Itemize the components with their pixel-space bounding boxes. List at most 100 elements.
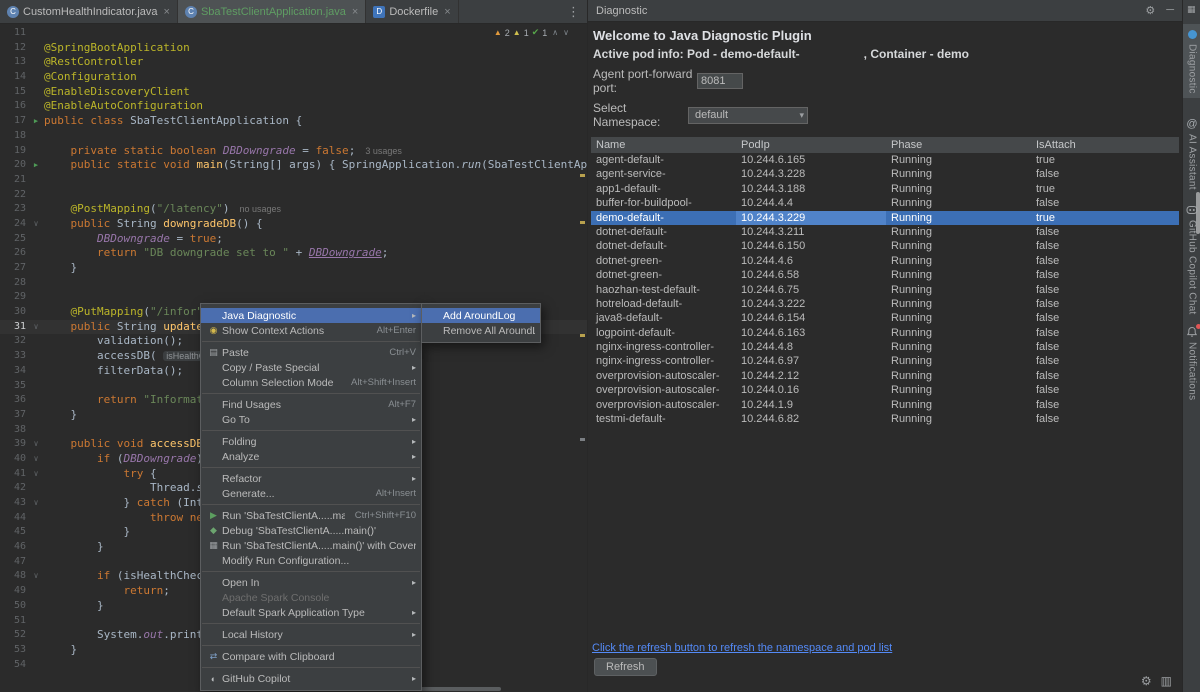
fold-icon[interactable]: ∨ bbox=[28, 452, 44, 467]
code-line[interactable]: 23 @PostMapping("/latency")no usages bbox=[0, 202, 587, 217]
pod-table-row[interactable]: haozhan-test-default-10.244.6.75Runningf… bbox=[591, 283, 1179, 297]
line-number[interactable]: 50 bbox=[0, 599, 28, 614]
context-menu-item[interactable]: Default Spark Application Type▸ bbox=[201, 605, 421, 620]
line-number[interactable]: 25 bbox=[0, 232, 28, 247]
code-line[interactable]: 21 bbox=[0, 173, 587, 188]
close-tab-icon[interactable]: × bbox=[444, 6, 450, 18]
line-number[interactable]: 45 bbox=[0, 525, 28, 540]
line-number[interactable]: 37 bbox=[0, 408, 28, 423]
line-number[interactable]: 47 bbox=[0, 555, 28, 570]
line-number[interactable]: 34 bbox=[0, 364, 28, 379]
fold-icon[interactable]: ∨ bbox=[28, 467, 44, 482]
error-stripe-mark[interactable] bbox=[580, 334, 585, 337]
settings-gear-icon[interactable]: ⚙ bbox=[1141, 674, 1152, 688]
context-menu-item[interactable]: Folding▸ bbox=[201, 434, 421, 449]
pod-table-row[interactable]: dotnet-green-10.244.6.58Runningfalse bbox=[591, 268, 1179, 282]
fold-icon[interactable]: ∨ bbox=[28, 217, 44, 232]
code-line[interactable]: 16@EnableAutoConfiguration bbox=[0, 99, 587, 114]
pod-table-row[interactable]: overprovision-autoscaler-10.244.2.12Runn… bbox=[591, 369, 1179, 383]
code-line[interactable]: 25 DBDowngrade = true; bbox=[0, 232, 587, 247]
refresh-hint-link[interactable]: Click the refresh button to refresh the … bbox=[592, 642, 892, 654]
table-column-header[interactable]: IsAttach bbox=[1031, 137, 1179, 153]
fold-icon[interactable]: ∨ bbox=[28, 437, 44, 452]
line-number[interactable]: 30 bbox=[0, 305, 28, 320]
editor-tab[interactable]: CSbaTestClientApplication.java× bbox=[178, 0, 366, 23]
refresh-button[interactable]: Refresh bbox=[594, 658, 657, 676]
line-number[interactable]: 51 bbox=[0, 614, 28, 629]
code-line[interactable]: 20▶ public static void main(String[] arg… bbox=[0, 158, 587, 173]
code-line[interactable]: 15@EnableDiscoveryClient bbox=[0, 85, 587, 100]
line-number[interactable]: 46 bbox=[0, 540, 28, 555]
code-line[interactable]: 27 } bbox=[0, 261, 587, 276]
editor-tab[interactable]: DDockerfile× bbox=[366, 0, 458, 23]
error-stripe-mark[interactable] bbox=[580, 438, 585, 441]
context-menu-item[interactable]: Refactor▸ bbox=[201, 471, 421, 486]
fold-icon[interactable]: ∨ bbox=[28, 496, 44, 511]
close-tab-icon[interactable]: × bbox=[164, 6, 170, 18]
pod-table-row[interactable]: buffer-for-buildpool-10.244.4.4Runningfa… bbox=[591, 196, 1179, 210]
line-number[interactable]: 11 bbox=[0, 26, 28, 41]
panel-scrollbar-thumb[interactable] bbox=[1196, 192, 1200, 234]
namespace-select[interactable]: default ▾ bbox=[688, 107, 808, 124]
line-number[interactable]: 49 bbox=[0, 584, 28, 599]
line-number[interactable]: 41 bbox=[0, 467, 28, 482]
line-number[interactable]: 42 bbox=[0, 481, 28, 496]
panel-hide-icon[interactable]: ─ bbox=[1166, 4, 1174, 17]
context-menu-item[interactable]: ◐GitHub Copilot▸ bbox=[201, 671, 421, 686]
context-menu-item[interactable]: ◆Debug 'SbaTestClientA.....main()' bbox=[201, 523, 421, 538]
panel-settings-gear-icon[interactable]: ⚙ bbox=[1145, 4, 1155, 17]
line-number[interactable]: 43 bbox=[0, 496, 28, 511]
context-menu-item[interactable]: ◉Show Context ActionsAlt+Enter bbox=[201, 323, 421, 338]
line-number[interactable]: 19 bbox=[0, 144, 28, 159]
line-number[interactable]: 39 bbox=[0, 437, 28, 452]
port-input[interactable] bbox=[697, 73, 743, 89]
context-menu-item[interactable]: ▤PasteCtrl+V bbox=[201, 345, 421, 360]
pod-table-row[interactable]: app1-default-10.244.3.188Runningtrue bbox=[591, 182, 1179, 196]
code-line[interactable]: 13@RestController bbox=[0, 55, 587, 70]
pod-table-row[interactable]: nginx-ingress-controller-10.244.4.8Runni… bbox=[591, 340, 1179, 354]
line-number[interactable]: 15 bbox=[0, 85, 28, 100]
pod-table-row[interactable]: logpoint-default-10.244.6.163Runningfals… bbox=[591, 326, 1179, 340]
line-number[interactable]: 38 bbox=[0, 423, 28, 438]
line-number[interactable]: 27 bbox=[0, 261, 28, 276]
error-stripe-mark[interactable] bbox=[580, 174, 585, 177]
context-menu-item[interactable]: Generate...Alt+Insert bbox=[201, 486, 421, 501]
line-number[interactable]: 22 bbox=[0, 188, 28, 203]
pod-table-row[interactable]: overprovision-autoscaler-10.244.1.9Runni… bbox=[591, 398, 1179, 412]
line-number[interactable]: 32 bbox=[0, 334, 28, 349]
line-number[interactable]: 23 bbox=[0, 202, 28, 217]
line-number[interactable]: 40 bbox=[0, 452, 28, 467]
pod-table-row[interactable]: agent-default-10.244.6.165Runningtrue bbox=[591, 153, 1179, 167]
layout-icon[interactable]: ▥ bbox=[1161, 674, 1172, 688]
code-line[interactable]: 12@SpringBootApplication bbox=[0, 41, 587, 56]
context-menu-item[interactable]: Go To▸ bbox=[201, 412, 421, 427]
line-number[interactable]: 35 bbox=[0, 379, 28, 394]
code-line[interactable]: 14@Configuration bbox=[0, 70, 587, 85]
line-number[interactable]: 24 bbox=[0, 217, 28, 232]
code-line[interactable]: 19 private static boolean DBDowngrade = … bbox=[0, 144, 587, 159]
close-tab-icon[interactable]: × bbox=[352, 6, 358, 18]
pod-table-row[interactable]: agent-service-10.244.3.228Runningfalse bbox=[591, 167, 1179, 181]
pod-table-row[interactable]: dotnet-green-10.244.4.6Runningfalse bbox=[591, 254, 1179, 268]
pod-table-row[interactable]: overprovision-autoscaler-10.244.0.16Runn… bbox=[591, 383, 1179, 397]
code-line[interactable]: 24∨ public String downgradeDB() { bbox=[0, 217, 587, 232]
context-menu-item[interactable]: Find UsagesAlt+F7 bbox=[201, 397, 421, 412]
context-menu-item[interactable]: Local History▸ bbox=[201, 627, 421, 642]
line-number[interactable]: 13 bbox=[0, 55, 28, 70]
code-line[interactable]: 17▶public class SbaTestClientApplication… bbox=[0, 114, 587, 129]
code-line[interactable]: 28 bbox=[0, 276, 587, 291]
line-number[interactable]: 21 bbox=[0, 173, 28, 188]
tool-window-button-diagnostic[interactable]: Diagnostic bbox=[1183, 24, 1200, 98]
line-number[interactable]: 52 bbox=[0, 628, 28, 643]
context-menu-item[interactable]: Java Diagnostic▸ bbox=[201, 308, 421, 323]
table-column-header[interactable]: Phase bbox=[886, 137, 1031, 153]
pod-table-row[interactable]: dotnet-default-10.244.3.211Runningfalse bbox=[591, 225, 1179, 239]
error-stripe-mark[interactable] bbox=[580, 221, 585, 224]
line-number[interactable]: 28 bbox=[0, 276, 28, 291]
line-number[interactable]: 53 bbox=[0, 643, 28, 658]
pod-table-row[interactable]: nginx-ingress-controller-10.244.6.97Runn… bbox=[591, 354, 1179, 368]
run-icon[interactable]: ▶ bbox=[28, 114, 44, 129]
context-menu-item[interactable]: Open In▸ bbox=[201, 575, 421, 590]
pod-table-row[interactable]: demo-default-10.244.3.229Runningtrue bbox=[591, 211, 1179, 225]
line-number[interactable]: 20 bbox=[0, 158, 28, 173]
